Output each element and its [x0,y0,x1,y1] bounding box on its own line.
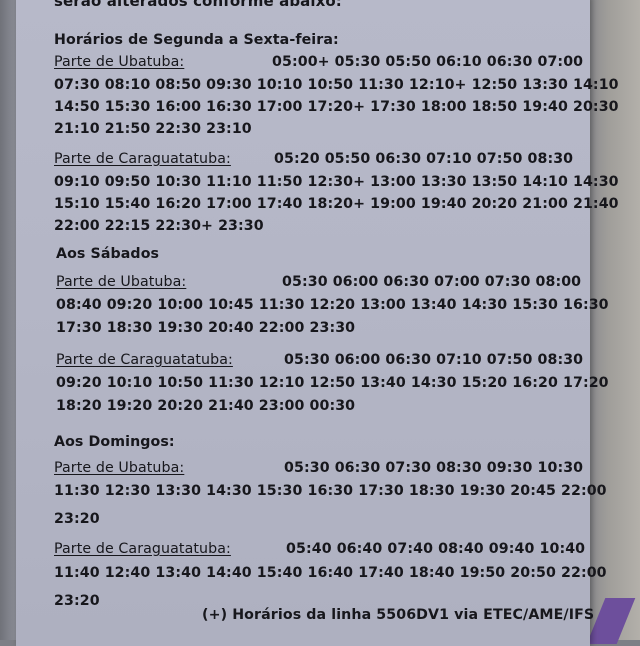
sunday-caraguatatuba-line-1: 05:40 06:40 07:40 08:40 09:40 10:40 [286,541,586,557]
sunday-ubatuba-label: Parte de Ubatuba: [54,460,185,476]
saturday-ubatuba-line-3: 17:30 18:30 19:30 20:40 22:00 23:30 [56,320,356,336]
saturday-ubatuba-line-1: 05:30 06:00 06:30 07:00 07:30 08:00 [282,274,582,290]
saturday-ubatuba-line-2: 08:40 09:20 10:00 10:45 11:30 12:20 13:0… [56,297,609,313]
saturday-caraguatatuba-line-3: 18:20 19:20 20:20 21:40 23:00 00:30 [56,398,356,414]
weekday-caraguatatuba-line-4: 22:00 22:15 22:30+ 23:30 [54,218,264,234]
sunday-caraguatatuba-label: Parte de Caraguatatuba: [54,541,231,557]
weekday-ubatuba-line-1: 05:00+ 05:30 05:50 06:10 06:30 07:00 [272,54,584,70]
weekday-caraguatatuba-line-1: 05:20 05:50 06:30 07:10 07:50 08:30 [274,151,574,167]
sunday-ubatuba-line-2: 11:30 12:30 13:30 14:30 15:30 16:30 17:3… [54,483,607,499]
saturday-ubatuba-label: Parte de Ubatuba: [56,274,187,290]
saturday-heading: Aos Sábados [56,246,160,262]
intro-text: serão alterados conforme abaixo: [54,0,342,10]
wall-left [0,0,16,640]
sunday-heading: Aos Domingos: [54,434,175,450]
weekday-heading: Horários de Segunda a Sexta-feira: [54,32,339,48]
weekday-ubatuba-line-2: 07:30 08:10 08:50 09:30 10:10 10:50 11:3… [54,77,619,93]
saturday-caraguatatuba-line-1: 05:30 06:00 06:30 07:10 07:50 08:30 [284,352,584,368]
weekday-caraguatatuba-line-2: 09:10 09:50 10:30 11:10 11:50 12:30+ 13:… [54,174,619,190]
sunday-caraguatatuba-line-2: 11:40 12:40 13:40 14:40 15:40 16:40 17:4… [54,565,607,581]
saturday-caraguatatuba-label: Parte de Caraguatatuba: [56,352,233,368]
footnote: (+) Horários da linha 5506DV1 via ETEC/A… [202,607,595,623]
weekday-ubatuba-line-3: 14:50 15:30 16:00 16:30 17:00 17:20+ 17:… [54,99,619,115]
weekday-caraguatatuba-label: Parte de Caraguatatuba: [54,151,231,167]
sunday-ubatuba-line-1: 05:30 06:30 07:30 08:30 09:30 10:30 [284,460,584,476]
weekday-caraguatatuba-line-3: 15:10 15:40 16:20 17:00 17:40 18:20+ 19:… [54,196,619,212]
sunday-ubatuba-line-3: 23:20 [54,511,100,527]
wall-right [588,0,640,640]
weekday-ubatuba-label: Parte de Ubatuba: [54,54,185,70]
sunday-caraguatatuba-line-3: 23:20 [54,593,100,609]
saturday-caraguatatuba-line-2: 09:20 10:10 10:50 11:30 12:10 12:50 13:4… [56,375,609,391]
weekday-ubatuba-line-4: 21:10 21:50 22:30 23:10 [54,121,252,137]
